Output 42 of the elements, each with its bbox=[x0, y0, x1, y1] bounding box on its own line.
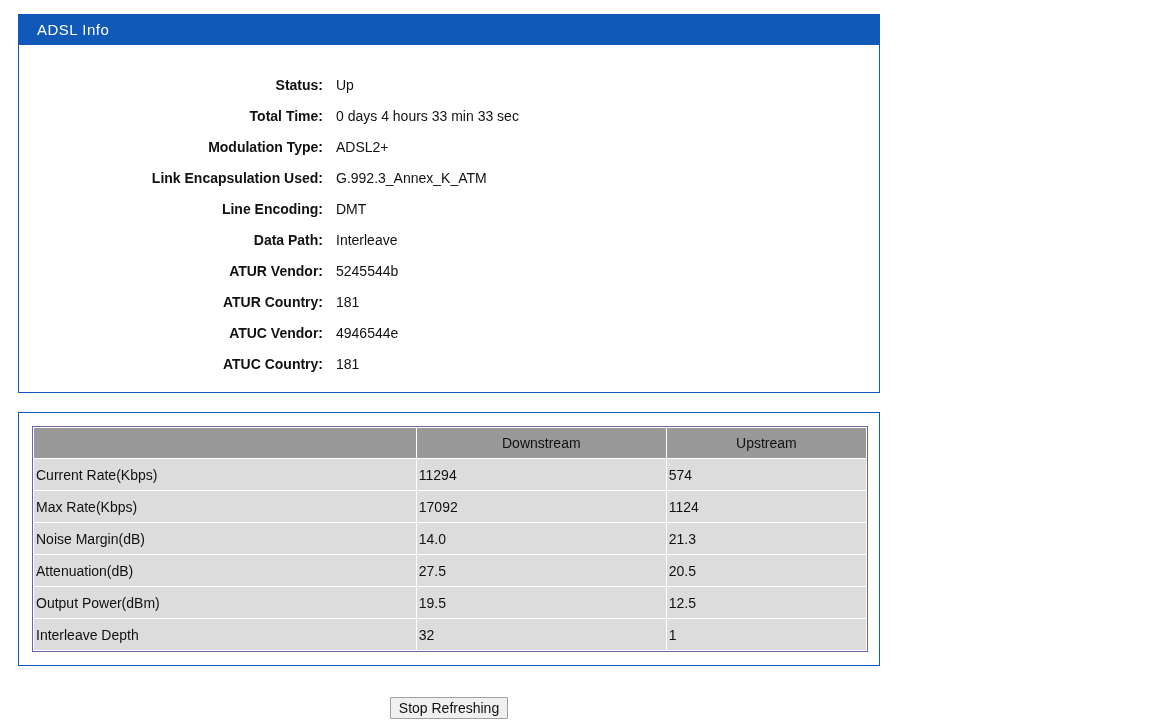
table-cell: 14.0 bbox=[416, 523, 666, 554]
stop-refreshing-button[interactable]: Stop Refreshing bbox=[389, 697, 509, 719]
table-cell: 27.5 bbox=[416, 555, 666, 586]
table-cell: 1124 bbox=[666, 491, 866, 522]
panel-title: ADSL Info bbox=[19, 15, 879, 45]
field-value: 181 bbox=[336, 355, 361, 374]
table-cell: Noise Margin(dB) bbox=[34, 523, 416, 554]
column-header: Upstream bbox=[666, 428, 866, 458]
table-cell: Current Rate(Kbps) bbox=[34, 459, 416, 490]
field-label: Data Path: bbox=[252, 231, 323, 250]
table-cell: Interleave Depth bbox=[34, 619, 416, 650]
field-label: Modulation Type: bbox=[207, 138, 323, 157]
field-value: DMT bbox=[336, 200, 368, 219]
field-label: ATUC Vendor: bbox=[228, 324, 323, 343]
table-cell: 21.3 bbox=[666, 523, 866, 554]
field-value: 4946544e bbox=[336, 324, 400, 343]
field-label: ATUC Country: bbox=[221, 355, 323, 374]
table-cell: 12.5 bbox=[666, 587, 866, 618]
field-value: 181 bbox=[336, 293, 361, 312]
table-cell: Attenuation(dB) bbox=[34, 555, 416, 586]
field-value: Interleave bbox=[336, 231, 399, 250]
field-label: ATUR Country: bbox=[221, 293, 323, 312]
table-cell: 574 bbox=[666, 459, 866, 490]
table-cell: 19.5 bbox=[416, 587, 666, 618]
table-cell: 32 bbox=[416, 619, 666, 650]
table-cell: 11294 bbox=[416, 459, 666, 490]
field-label: Line Encoding: bbox=[220, 200, 323, 219]
table-cell: 1 bbox=[666, 619, 866, 650]
field-value: 0 days 4 hours 33 min 33 sec bbox=[336, 107, 520, 126]
table-cell: Output Power(dBm) bbox=[34, 587, 416, 618]
field-label: ATUR Vendor: bbox=[228, 262, 323, 281]
field-value: G.992.3_Annex_K_ATM bbox=[336, 169, 488, 188]
field-label: Status: bbox=[274, 76, 323, 95]
table-cell: 20.5 bbox=[666, 555, 866, 586]
table-cell: Max Rate(Kbps) bbox=[34, 491, 416, 522]
field-label: Total Time: bbox=[248, 107, 323, 126]
field-value: ADSL2+ bbox=[336, 138, 390, 157]
field-label: Link Encapsulation Used: bbox=[150, 169, 323, 188]
field-value: Up bbox=[336, 76, 355, 95]
column-header: Downstream bbox=[416, 428, 666, 458]
table-cell: 17092 bbox=[416, 491, 666, 522]
field-value: 5245544b bbox=[336, 262, 400, 281]
